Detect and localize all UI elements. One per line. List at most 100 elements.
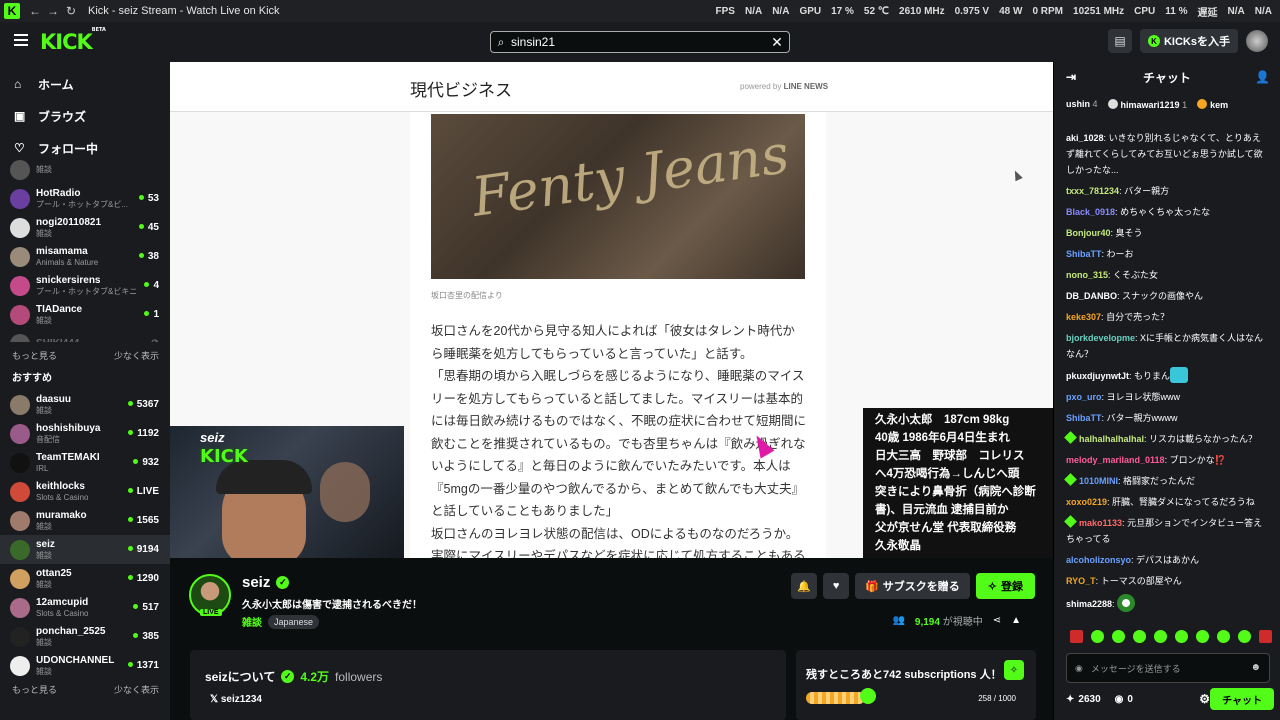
channel-item[interactable]: snickersirens プール・ホットタブ&ビキニ 4	[0, 271, 170, 300]
menu-icon[interactable]	[14, 34, 28, 49]
gifter-item[interactable]: ushin 4	[1066, 99, 1098, 109]
nav-browse[interactable]: ▣ ブラウズ	[0, 100, 170, 132]
emote-icon[interactable]	[1133, 630, 1146, 643]
kicks-balance[interactable]: ✦ 2630	[1066, 694, 1101, 705]
emote-icon[interactable]	[1238, 630, 1251, 643]
chat-username[interactable]: RYO_T	[1066, 576, 1096, 586]
chat-text: 臭そう	[1115, 228, 1143, 238]
channel-item[interactable]: muramako 雑談 1565	[0, 506, 170, 535]
chat-input[interactable]: ◉ メッセージを送信する ☻	[1066, 653, 1270, 683]
channel-item[interactable]: keithlocks Slots & Casino LIVE	[0, 477, 170, 506]
chat-text: ヨレヨレ状態www	[1106, 392, 1181, 402]
chat-username[interactable]: ShibaTT	[1066, 413, 1102, 423]
chat-username[interactable]: keke307	[1066, 312, 1101, 322]
main-nav: ⌂ ホーム ▣ ブラウズ ♡ フォロー中	[0, 62, 170, 164]
channel-item[interactable]: TIADance 雑談 1	[0, 300, 170, 329]
emote-bar	[1070, 630, 1272, 643]
chat-username[interactable]: bjorkdevelopme	[1066, 333, 1135, 343]
gifter-item[interactable]: kem	[1197, 98, 1228, 110]
back-icon[interactable]: ←	[26, 4, 44, 18]
chat-username[interactable]: mako1133	[1079, 518, 1122, 528]
chat-username[interactable]: 1010MINI	[1079, 476, 1118, 486]
channel-item[interactable]: HotRadio プール・ホットタブ&ビ... 53	[0, 184, 170, 213]
chat-username[interactable]: txxx_781234	[1066, 186, 1119, 196]
chat-username[interactable]: xoxo0219	[1066, 497, 1107, 507]
report-icon[interactable]: ▲	[1011, 615, 1021, 626]
gift-sub-button[interactable]: 🎁 サブスクを贈る	[855, 573, 970, 599]
chat-username[interactable]: Black_0918	[1066, 207, 1115, 217]
clear-search-icon[interactable]: ✕	[765, 34, 789, 51]
chat-settings-icon[interactable]: ⚙	[1199, 692, 1210, 706]
emote-icon[interactable]	[1070, 630, 1083, 643]
chat-username[interactable]: pkuxdjuynwtJt	[1066, 371, 1129, 381]
streamer-name[interactable]: seiz ✓	[242, 574, 290, 591]
favorite-heart-icon[interactable]: ♥	[823, 573, 850, 599]
channel-name: daasuu	[36, 393, 72, 405]
video-player[interactable]: 現代ビジネス powered by LINE NEWS Fenty Jeans …	[170, 62, 1053, 558]
channel-item[interactable]: hoshishibuya 音配信 1192	[0, 419, 170, 448]
show-less-link[interactable]: 少なく表示	[114, 683, 159, 696]
channel-info: UDONCHANNEL 雑談	[36, 655, 114, 677]
search-input[interactable]: sinsin21	[511, 35, 765, 49]
channel-item[interactable]: TeamTEMAKI IRL 932	[0, 448, 170, 477]
channel-item[interactable]: 雑談	[0, 155, 170, 184]
viewer-count: 5367	[128, 399, 159, 410]
channel-avatar	[10, 539, 30, 560]
channel-category: 雑談	[36, 405, 52, 415]
chat-username[interactable]: alcoholizonsyo	[1066, 555, 1131, 565]
search-box[interactable]: ⌕ sinsin21 ✕	[490, 31, 790, 53]
send-chat-button[interactable]: チャット	[1210, 688, 1274, 710]
channel-item[interactable]: ottan25 雑談 1290	[0, 564, 170, 593]
kick-logo[interactable]: KICKBETA	[40, 27, 106, 54]
show-more-link[interactable]: もっと見る	[12, 349, 57, 362]
emoji-picker-icon[interactable]: ☻	[1250, 662, 1261, 673]
chat-username[interactable]: nono_315	[1066, 270, 1108, 280]
goal-sparkle-button[interactable]: ✧	[1004, 660, 1024, 680]
channel-item[interactable]: ponchan_2525 雑談 385	[0, 622, 170, 651]
channel-item[interactable]: misamama Animals & Nature 38	[0, 242, 170, 271]
notification-bell-icon[interactable]: 🔔	[791, 573, 818, 599]
chat-users-icon[interactable]: 👤	[1255, 70, 1270, 84]
show-less-link[interactable]: 少なく表示	[114, 349, 159, 362]
emote-icon[interactable]	[1259, 630, 1272, 643]
chat-username[interactable]: aki_1028	[1066, 133, 1104, 143]
chat-username[interactable]: DB_DANBO	[1066, 291, 1117, 301]
get-kicks-button[interactable]: K KICKsを入手	[1139, 29, 1238, 53]
nav-home[interactable]: ⌂ ホーム	[0, 68, 170, 100]
channel-item[interactable]: daasuu 雑談 5367	[0, 390, 170, 419]
x-social-link[interactable]: 𝕏 seiz1234	[210, 694, 262, 705]
chat-username[interactable]: pxo_uro	[1066, 392, 1102, 402]
channel-item[interactable]: seiz 雑談 9194	[0, 535, 170, 564]
chat-username[interactable]: halhalhalhalhal	[1079, 434, 1144, 444]
language-tag[interactable]: Japanese	[268, 614, 320, 629]
show-more-link[interactable]: もっと見る	[12, 683, 57, 696]
chat-mode-icon[interactable]: ◉	[1075, 663, 1083, 674]
emote-icon[interactable]	[1175, 630, 1188, 643]
chat-username[interactable]: ShibaTT	[1066, 249, 1102, 259]
chat-username[interactable]: melody_mariland_0118	[1066, 455, 1165, 465]
emote-icon[interactable]	[1112, 630, 1125, 643]
chat-username[interactable]: shima2288	[1066, 599, 1112, 609]
chat-username[interactable]: Bonjour40	[1066, 228, 1111, 238]
points-balance[interactable]: ◉ 0	[1115, 694, 1133, 705]
subscribe-button[interactable]: ✧ 登録	[975, 573, 1035, 599]
forward-icon[interactable]: →	[44, 4, 62, 18]
gifter-item[interactable]: himawari1219 1	[1107, 98, 1187, 110]
collapse-chat-icon[interactable]: ⇥	[1066, 70, 1076, 84]
channel-item[interactable]: nogi20110821 雑談 45	[0, 213, 170, 242]
emote-icon[interactable]	[1217, 630, 1230, 643]
gift-box-icon[interactable]: ▤	[1107, 29, 1132, 53]
share-icon[interactable]: ⋖	[993, 615, 1001, 626]
emote-icon[interactable]	[1196, 630, 1209, 643]
channel-info: ponchan_2525 雑談	[36, 626, 105, 648]
reload-icon[interactable]: ↻	[62, 4, 80, 18]
channel-avatar	[10, 275, 30, 296]
channel-item[interactable]: 12amcupid Slots & Casino 517	[0, 593, 170, 622]
chat-message: halhalhalhalhal: リスカは載らなかったん？	[1064, 431, 1269, 447]
emote-icon[interactable]	[1091, 630, 1104, 643]
category-link[interactable]: 雑談	[242, 614, 262, 629]
channel-item[interactable]: UDONCHANNEL 雑談 1371	[0, 651, 170, 680]
emote-icon[interactable]	[1154, 630, 1167, 643]
channel-item[interactable]: SHIKI444 ⊘	[0, 329, 170, 342]
user-avatar[interactable]	[1246, 30, 1268, 52]
